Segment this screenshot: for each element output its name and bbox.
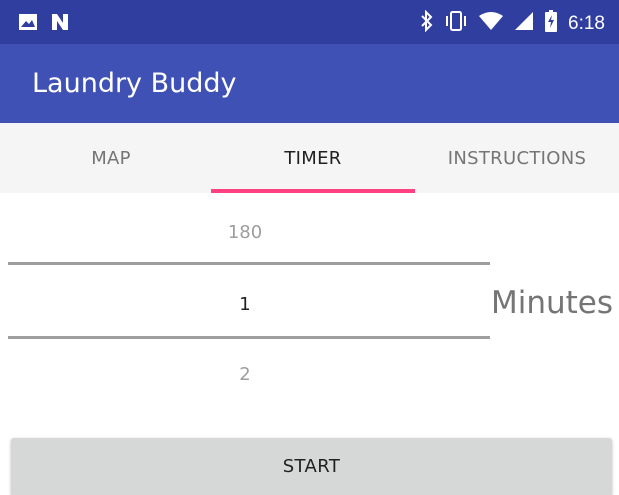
bluetooth-icon — [420, 9, 434, 37]
picker-previous-value[interactable]: 180 — [0, 222, 490, 243]
tab-timer[interactable]: TIMER — [211, 123, 415, 193]
minutes-unit-label: Minutes — [491, 285, 614, 321]
app-bar: Laundry Buddy — [0, 44, 619, 123]
tab-instructions[interactable]: INSTRUCTIONS — [415, 123, 619, 193]
minutes-number-picker[interactable]: 180 1 2 — [0, 193, 490, 403]
picker-bottom-divider — [8, 336, 490, 339]
picker-next-value[interactable]: 2 — [0, 364, 490, 385]
battery-charging-icon — [544, 10, 558, 37]
tab-bar: MAP TIMER INSTRUCTIONS — [0, 123, 619, 193]
wifi-icon — [478, 11, 504, 36]
picker-top-divider — [8, 262, 490, 265]
app-title: Laundry Buddy — [32, 68, 237, 99]
start-button[interactable]: START — [11, 438, 612, 495]
tab-map[interactable]: MAP — [0, 123, 222, 193]
n-logo-icon — [50, 12, 70, 37]
signal-icon — [514, 11, 534, 36]
status-time: 6:18 — [568, 12, 605, 34]
status-bar: 6:18 — [0, 0, 619, 44]
picker-selected-value[interactable]: 1 — [0, 294, 490, 315]
image-icon — [18, 12, 38, 37]
vibrate-icon — [444, 10, 468, 37]
